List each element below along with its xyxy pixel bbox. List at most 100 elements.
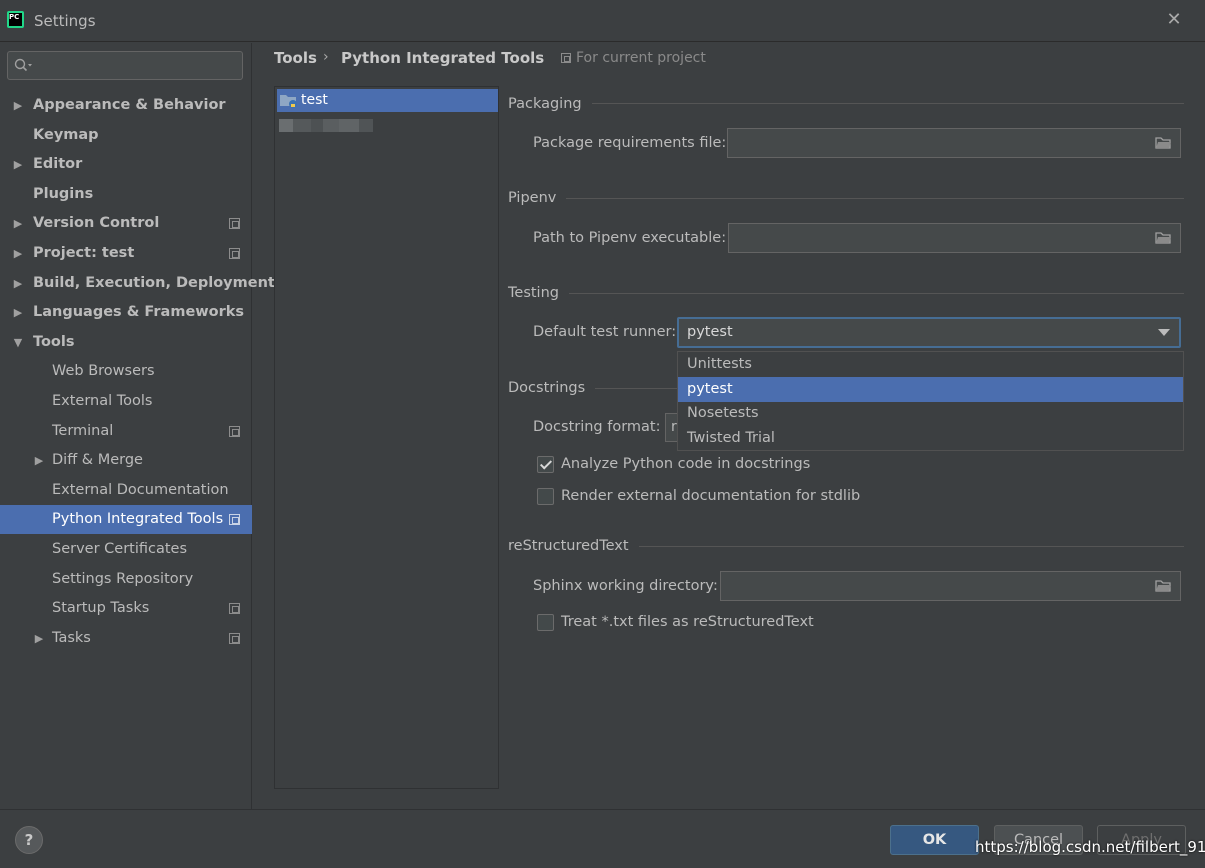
test-runner-label: Default test runner: [533,324,677,340]
sidebar-item-startup-tasks[interactable]: Startup Tasks [0,594,252,623]
sidebar-item-diff-merge[interactable]: ▶ Diff & Merge [0,446,252,475]
package-requirements-field[interactable] [727,128,1181,158]
render-stdlib-docs-checkbox[interactable] [537,488,554,505]
sidebar-item-settings-repository[interactable]: Settings Repository [0,565,252,594]
scope-label: For current project [576,50,706,66]
test-runner-option[interactable]: Twisted Trial [678,426,1183,451]
sidebar-item-label: External Tools [52,393,153,409]
sidebar-item-version-control[interactable]: ▶ Version Control [0,209,252,238]
project-scope-icon [229,248,240,259]
pipenv-divider [508,198,1184,199]
chevron-down-icon [1158,329,1170,336]
analyze-docstrings-checkbox[interactable] [537,456,554,473]
sidebar-item-server-certificates[interactable]: Server Certificates [0,535,252,564]
scope-note: For current project [561,50,706,66]
chevron-right-icon[interactable]: ▶ [12,91,24,120]
python-folder-icon [280,95,297,108]
sidebar-item-web-browsers[interactable]: Web Browsers [0,357,252,386]
sphinx-dir-field[interactable] [720,571,1181,601]
test-runner-value: pytest [687,324,733,340]
sidebar-item-label: Terminal [52,422,114,439]
testing-section-title: Testing [508,285,569,301]
sidebar-item-label: Project: test [33,245,135,261]
docstrings-section-title: Docstrings [508,380,596,396]
folder-browse-icon[interactable] [1155,136,1172,150]
sphinx-dir-label: Sphinx working directory: [533,578,718,594]
sidebar-item-label: Keymap [33,126,99,143]
testing-divider [508,293,1184,294]
project-list: test [274,86,499,789]
sidebar-item-label: Version Control [33,215,160,232]
chevron-right-icon[interactable]: ▶ [33,446,45,475]
package-requirements-input[interactable] [734,133,1146,153]
project-scope-icon [229,425,240,437]
sidebar-item-keymap[interactable]: Keymap [0,121,252,150]
chevron-right-icon[interactable]: ▶ [12,209,24,238]
project-scope-icon [229,514,240,526]
chevron-right-icon[interactable]: ▶ [33,624,45,653]
docstring-format-label: Docstring format: [533,419,661,435]
test-runner-option[interactable]: Unittests [678,352,1183,377]
treat-txt-as-rest-label: Treat *.txt files as reStructuredText [561,614,814,630]
project-scope-icon [561,53,571,63]
sidebar-item-label: External Documentation [52,481,229,498]
sidebar-item-external-documentation[interactable]: External Documentation [0,476,252,505]
treat-txt-as-rest-checkbox[interactable] [537,614,554,631]
folder-browse-icon[interactable] [1155,579,1172,593]
search-input[interactable] [38,55,238,76]
sidebar-item-label: Appearance & Behavior [33,97,226,113]
test-runner-option[interactable]: Nosetests [678,401,1183,426]
sphinx-dir-input[interactable] [727,576,1146,596]
docstring-format-value: r [671,419,677,435]
sidebar-item-languages-frameworks[interactable]: ▶ Languages & Frameworks [0,298,252,327]
project-scope-icon [229,218,240,230]
close-icon[interactable]: ✕ [1163,9,1185,31]
pipenv-path-input[interactable] [735,228,1146,248]
sidebar-item-label: Diff & Merge [52,452,143,469]
packaging-divider [508,103,1184,104]
sidebar-item-appearance-behavior[interactable]: ▶ Appearance & Behavior [0,91,252,120]
sidebar-item-tools[interactable]: ▼ Tools [0,328,252,357]
sidebar-item-editor[interactable]: ▶ Editor [0,150,252,179]
settings-sidebar: ▶ Appearance & Behavior Keymap ▶ Editor Plugi… [0,43,275,809]
sidebar-item-project-test[interactable]: ▶ Project: test [0,239,252,268]
page-title: Python Integrated Tools [341,49,545,67]
settings-search[interactable] [7,51,243,80]
analyze-docstrings-label: Analyze Python code in docstrings [561,456,811,472]
window-title: Settings [34,12,96,30]
project-name: test [301,92,328,108]
blurred-project-item [279,119,375,132]
test-runner-dropdown: Unittests pytest Nosetests Twisted Trial [677,351,1184,451]
pipenv-section-title: Pipenv [508,190,567,206]
chevron-right-icon[interactable]: ▶ [12,269,24,298]
rest-section-title: reStructuredText [508,538,639,554]
chevron-down-icon[interactable]: ▼ [12,328,24,357]
package-requirements-label: Package requirements file: [533,135,727,151]
breadcrumb-separator: › [323,49,329,65]
project-scope-icon [229,603,240,615]
sidebar-item-build-execution-deployment[interactable]: ▶ Build, Execution, Deployment [0,269,275,298]
help-button[interactable]: ? [15,826,43,854]
sidebar-item-label: Tasks [52,629,91,646]
chevron-right-icon[interactable]: ▶ [12,150,24,179]
sidebar-item-tasks[interactable]: ▶ Tasks [0,624,252,653]
folder-browse-icon[interactable] [1155,231,1172,245]
project-item-test[interactable]: test [277,89,498,112]
chevron-right-icon[interactable]: ▶ [12,298,24,327]
sidebar-item-label: Web Browsers [52,363,155,380]
pipenv-path-field[interactable] [728,223,1181,253]
breadcrumb-parent[interactable]: Tools [274,49,317,67]
sidebar-item-terminal[interactable]: Terminal [0,417,252,446]
title-bar: Settings ✕ [0,0,1205,42]
sidebar-item-label: Python Integrated Tools [52,511,224,528]
test-runner-combo[interactable]: pytest [677,317,1181,348]
test-runner-option[interactable]: pytest [678,376,1183,402]
sidebar-item-external-tools[interactable]: External Tools [0,387,252,416]
ok-button[interactable]: OK [890,825,979,855]
sidebar-item-python-integrated-tools[interactable]: Python Integrated Tools [0,505,252,535]
sidebar-item-plugins[interactable]: Plugins [0,180,252,209]
sidebar-item-label: Editor [33,156,83,173]
packaging-section-title: Packaging [508,96,592,112]
render-stdlib-docs-label: Render external documentation for stdlib [561,488,861,504]
chevron-right-icon[interactable]: ▶ [12,239,24,268]
